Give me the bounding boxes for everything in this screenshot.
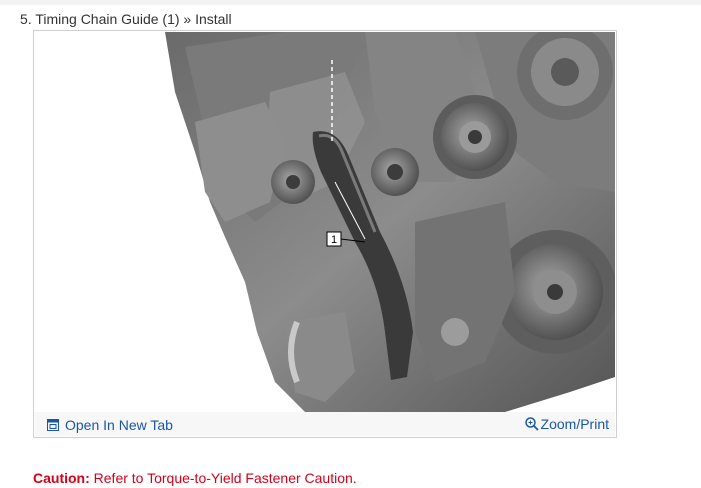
figure-footer: Open In New Tab Zoom/Print	[35, 412, 615, 436]
callout-number: 1	[331, 234, 337, 246]
caution-text: Refer to Torque-to-Yield Fastener Cautio…	[93, 470, 357, 486]
caution-note: Caution: Refer to Torque-to-Yield Fasten…	[33, 470, 357, 486]
zoom-print-label: Zoom/Print	[540, 416, 609, 432]
caution-label: Caution:	[33, 470, 90, 486]
magnifier-icon	[524, 417, 539, 431]
open-in-new-tab-icon	[47, 419, 59, 431]
open-in-new-tab-label: Open In New Tab	[65, 417, 173, 433]
engine-illustration: 1	[35, 32, 615, 412]
step-title: 5. Timing Chain Guide (1) » Install	[20, 11, 232, 27]
top-strip	[0, 0, 701, 5]
zoom-print-link[interactable]: Zoom/Print	[524, 416, 609, 432]
figure-container: 1 Open In New Tab Zoom/Print	[33, 30, 617, 438]
open-in-new-tab-link[interactable]: Open In New Tab	[47, 417, 173, 433]
